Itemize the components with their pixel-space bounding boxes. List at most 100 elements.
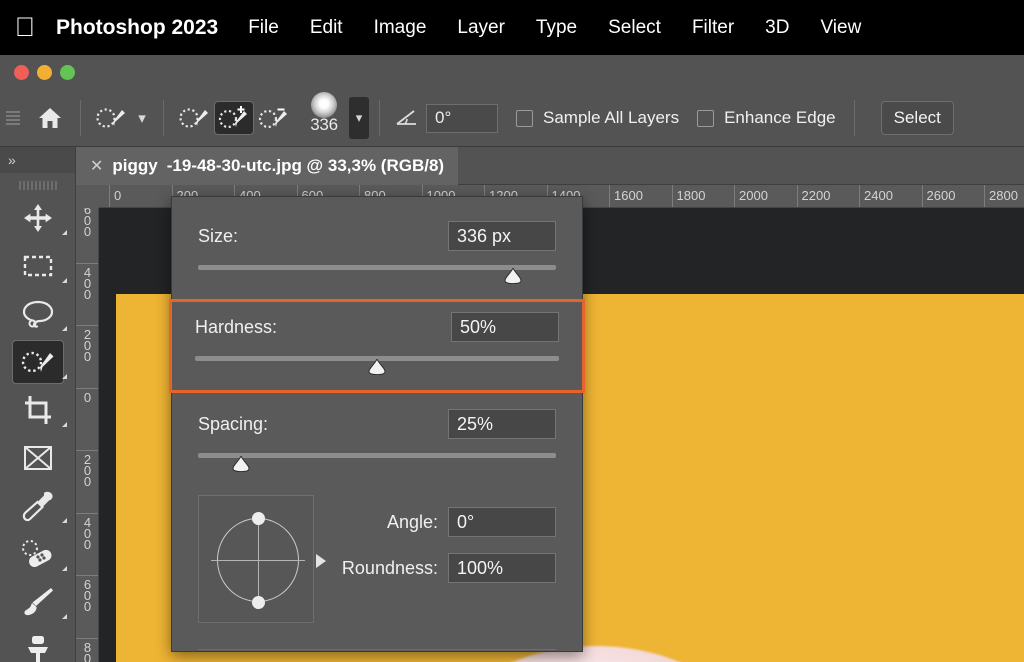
document-tab[interactable]: ✕ piggy -19-48-30-utc.jpg @ 33,3% (RGB/8… bbox=[76, 147, 458, 185]
options-divider-1 bbox=[80, 100, 81, 136]
menu-item-type[interactable]: Type bbox=[536, 17, 577, 39]
hardness-input[interactable]: 50% bbox=[451, 312, 559, 342]
tool-eyedropper[interactable] bbox=[0, 482, 75, 530]
roundness-input[interactable]: 100% bbox=[448, 553, 556, 583]
home-button[interactable] bbox=[30, 98, 70, 138]
angle-label: Angle: bbox=[387, 512, 438, 533]
tool-brush[interactable] bbox=[0, 578, 75, 626]
tool-group-indicator bbox=[62, 374, 67, 379]
selection-mode-subtract-icon[interactable] bbox=[254, 101, 294, 135]
tool-preset-chevron-down-icon[interactable]: ▾ bbox=[131, 103, 153, 133]
brush-shape-section: Angle: 0° Roundness: 100% bbox=[172, 495, 582, 623]
options-bar-grip[interactable] bbox=[6, 105, 20, 131]
window-title-bar bbox=[0, 55, 1024, 90]
tool-quick-selection[interactable] bbox=[0, 338, 75, 386]
photoshop-window: ▾ bbox=[0, 55, 1024, 662]
document-tab-suffix: -19-48-30-utc.jpg @ 33,3% (RGB/8) bbox=[167, 156, 444, 176]
menu-app-name[interactable]: Photoshop 2023 bbox=[56, 16, 218, 40]
tools-panel-expand-button[interactable]: » bbox=[0, 147, 75, 173]
roundness-handle-bottom[interactable] bbox=[252, 596, 265, 609]
selection-mode-new-icon[interactable] bbox=[174, 101, 214, 135]
tool-group-indicator bbox=[62, 278, 67, 283]
select-subject-button[interactable]: Select bbox=[881, 101, 954, 135]
spacing-slider-thumb[interactable] bbox=[231, 456, 251, 472]
tool-rectangular-marquee[interactable] bbox=[0, 242, 75, 290]
popup-divider bbox=[198, 649, 556, 650]
menu-item-image[interactable]: Image bbox=[374, 17, 427, 39]
tool-clone-stamp[interactable] bbox=[0, 626, 75, 662]
brush-size-preview[interactable]: 336 bbox=[302, 94, 346, 142]
document-tab-name: piggy bbox=[112, 156, 157, 176]
zoom-window-button[interactable] bbox=[60, 65, 75, 80]
size-slider-thumb[interactable] bbox=[503, 268, 523, 284]
angle-input[interactable]: 0° bbox=[426, 104, 498, 133]
spacing-label: Spacing: bbox=[198, 414, 268, 435]
tool-lasso[interactable] bbox=[0, 290, 75, 338]
roundness-label: Roundness: bbox=[342, 558, 438, 579]
active-tool-preset-icon[interactable] bbox=[91, 101, 131, 135]
spacing-slider-track bbox=[198, 453, 556, 458]
tool-group-indicator bbox=[62, 566, 67, 571]
tool-crop[interactable] bbox=[0, 386, 75, 434]
spacing-slider[interactable] bbox=[198, 449, 556, 473]
hardness-label: Hardness: bbox=[195, 317, 277, 338]
ruler-tick: 0 bbox=[76, 388, 99, 451]
selection-mode-add-icon[interactable] bbox=[214, 101, 254, 135]
hardness-slider-thumb[interactable] bbox=[367, 359, 387, 375]
angle-input-popup[interactable]: 0° bbox=[448, 507, 556, 537]
brush-preset-chevron-down-icon[interactable]: ▾ bbox=[349, 97, 369, 139]
menu-item-file[interactable]: File bbox=[248, 17, 279, 39]
ruler-tick: 2200 bbox=[797, 185, 831, 208]
sample-all-layers-option[interactable]: Sample All Layers bbox=[516, 108, 679, 128]
tool-group-indicator bbox=[62, 614, 67, 619]
document-tab-bar: ✕ piggy -19-48-30-utc.jpg @ 33,3% (RGB/8… bbox=[76, 147, 1024, 185]
tools-panel: » bbox=[0, 147, 76, 662]
tool-frame[interactable] bbox=[0, 434, 75, 482]
ruler-tick: 400 bbox=[76, 263, 99, 326]
menu-item-3d[interactable]: 3D bbox=[765, 17, 789, 39]
enhance-edge-label: Enhance Edge bbox=[724, 108, 836, 128]
ruler-tick: 2600 bbox=[922, 185, 956, 208]
ruler-tick: 200 bbox=[76, 325, 99, 388]
size-input[interactable]: 336 px bbox=[448, 221, 556, 251]
vertical-ruler: 60040020002004006008001000 bbox=[76, 208, 99, 662]
roundness-handle-top[interactable] bbox=[252, 512, 265, 525]
ruler-tick: 200 bbox=[76, 450, 99, 513]
menu-item-edit[interactable]: Edit bbox=[310, 17, 343, 39]
enhance-edge-checkbox[interactable] bbox=[697, 110, 714, 127]
menu-item-view[interactable]: View bbox=[820, 17, 861, 39]
sample-all-layers-checkbox[interactable] bbox=[516, 110, 533, 127]
ruler-tick: 2800 bbox=[984, 185, 1018, 208]
menu-item-layer[interactable]: Layer bbox=[457, 17, 505, 39]
angle-pointer-arrow-icon bbox=[316, 554, 326, 568]
ruler-tick: 800 bbox=[76, 638, 99, 662]
brush-spacing-section: Spacing: 25% bbox=[172, 409, 582, 473]
tool-options-bar: ▾ bbox=[0, 90, 1024, 147]
close-icon[interactable]: ✕ bbox=[90, 156, 103, 176]
ruler-tick: 600 bbox=[76, 575, 99, 638]
menu-item-select[interactable]: Select bbox=[608, 17, 661, 39]
close-window-button[interactable] bbox=[14, 65, 29, 80]
size-slider[interactable] bbox=[198, 261, 556, 285]
sample-all-layers-label: Sample All Layers bbox=[543, 108, 679, 128]
brush-size-value: 336 bbox=[310, 115, 337, 135]
hardness-slider[interactable] bbox=[195, 352, 559, 376]
photoshop-app-window:  Photoshop 2023 File Edit Image Layer T… bbox=[0, 0, 1024, 662]
roundness-dial-icon[interactable] bbox=[198, 495, 314, 623]
options-divider-3 bbox=[379, 100, 380, 136]
ruler-tick: 1800 bbox=[672, 185, 706, 208]
spacing-input[interactable]: 25% bbox=[448, 409, 556, 439]
tool-move[interactable] bbox=[0, 194, 75, 242]
tools-panel-grip[interactable] bbox=[0, 176, 75, 194]
size-label: Size: bbox=[198, 226, 238, 247]
apple-logo-icon[interactable]:  bbox=[12, 13, 38, 43]
angle-icon bbox=[394, 106, 420, 130]
minimize-window-button[interactable] bbox=[37, 65, 52, 80]
enhance-edge-option[interactable]: Enhance Edge bbox=[697, 108, 836, 128]
tool-healing-brush[interactable] bbox=[0, 530, 75, 578]
tool-group-indicator bbox=[62, 230, 67, 235]
options-divider-4 bbox=[854, 100, 855, 136]
brush-hardness-section: Hardness: 50% bbox=[169, 299, 585, 393]
menu-item-filter[interactable]: Filter bbox=[692, 17, 734, 39]
tool-group-indicator bbox=[62, 518, 67, 523]
